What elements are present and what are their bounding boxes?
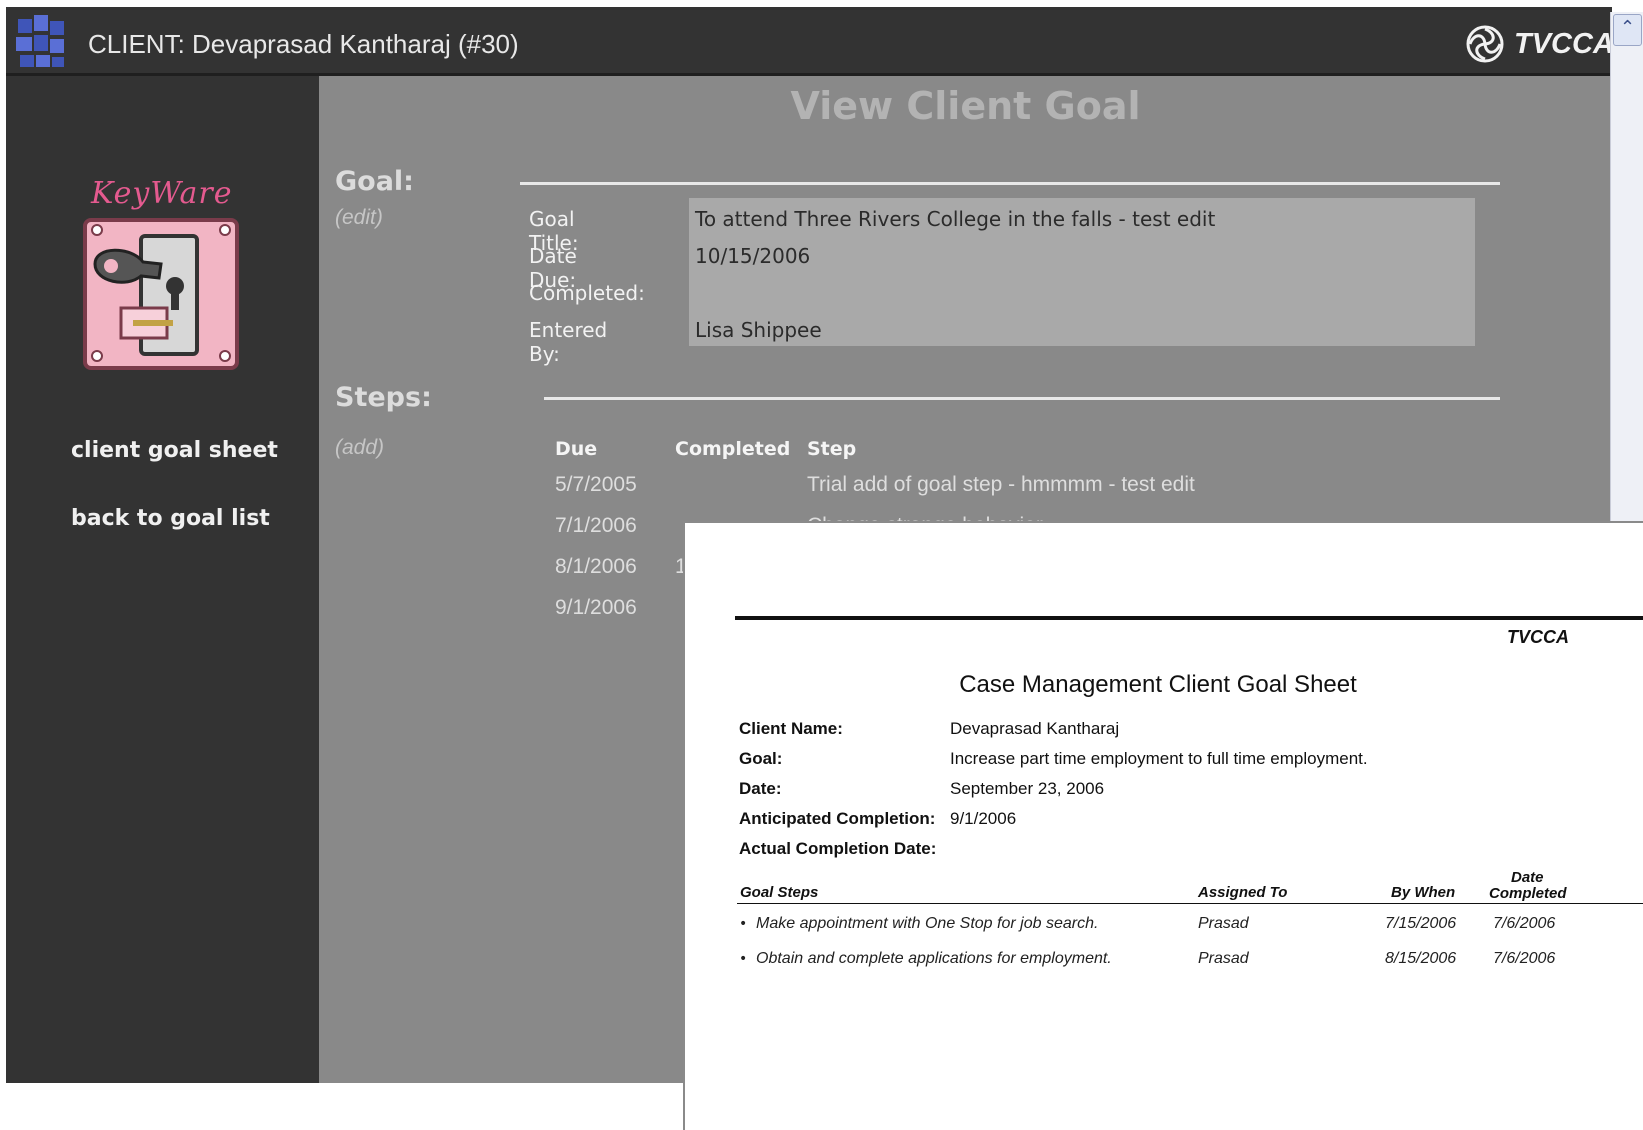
goal-step-text: Make appointment with One Stop for job s… — [756, 915, 1099, 932]
title-bar: CLIENT: Devaprasad Kantharaj (#30) TVCCA — [6, 7, 1612, 76]
steps-col-completed: Completed — [675, 438, 791, 460]
by-when-value: 7/15/2006 — [1385, 915, 1457, 932]
page-title: View Client Goal — [790, 84, 1141, 128]
steps-section-label: Steps: — [335, 382, 432, 413]
completed-label: Completed: — [529, 281, 645, 305]
bullet-icon: • — [739, 951, 748, 967]
grid-logo-icon — [16, 15, 64, 67]
step-due: 9/1/2006 — [555, 596, 637, 619]
keyware-logo-icon — [83, 218, 239, 370]
anticipated-completion-value: 9/1/2006 — [950, 809, 1017, 828]
date-completed-value: 7/6/2006 — [1493, 915, 1556, 932]
assigned-to-value: Prasad — [1198, 950, 1249, 967]
keyware-logo-text: KeyWare — [91, 176, 233, 211]
actual-completion-label: Actual Completion Date: — [739, 839, 937, 858]
anticipated-completion-label: Anticipated Completion: — [739, 809, 936, 828]
col-goal-steps: Goal Steps — [740, 884, 819, 901]
steps-col-step: Step — [807, 438, 857, 460]
back-to-goal-list-link[interactable]: back to goal list — [71, 506, 270, 531]
goal-section-label: Goal: — [335, 166, 414, 197]
goal-divider — [520, 182, 1500, 185]
date-due-value: 10/15/2006 — [695, 244, 811, 268]
swirl-icon — [1466, 25, 1504, 63]
client-title: CLIENT: Devaprasad Kantharaj (#30) — [88, 29, 519, 59]
goal-step-text: Obtain and complete applications for emp… — [756, 950, 1112, 967]
brand-logo: TVCCA — [1466, 25, 1612, 63]
edit-goal-link[interactable]: (edit) — [335, 206, 383, 230]
client-goal-sheet-link[interactable]: client goal sheet — [71, 438, 278, 463]
client-name-value: Devaprasad Kantharaj — [950, 719, 1120, 738]
entered-by-value: Lisa Shippee — [695, 318, 822, 342]
report-brand: TVCCA — [1507, 627, 1569, 647]
entered-by-label: Entered By: — [529, 318, 608, 366]
step-due: 7/1/2006 — [555, 514, 637, 537]
step-due: 5/7/2005 — [555, 473, 637, 496]
col-by-when: By When — [1391, 884, 1456, 901]
goal-label: Goal: — [739, 749, 783, 768]
date-completed-value: 7/6/2006 — [1493, 950, 1556, 967]
client-name-label: Client Name: — [739, 719, 843, 738]
add-step-link[interactable]: (add) — [335, 436, 384, 460]
assigned-to-value: Prasad — [1198, 915, 1249, 932]
step-text: Trial add of goal step - hmmmm - test ed… — [807, 473, 1195, 496]
bullet-icon: • — [739, 916, 748, 932]
date-value: September 23, 2006 — [950, 779, 1105, 798]
goal-value: Increase part time employment to full ti… — [950, 749, 1368, 768]
goal-sheet-report: TVCCA Case Management Client Goal Sheet … — [683, 521, 1643, 1130]
report-title: Case Management Client Goal Sheet — [959, 671, 1357, 698]
report-header-rule — [735, 616, 1643, 620]
col-date: Date — [1511, 869, 1544, 886]
scroll-up-icon[interactable]: ⌃ — [1613, 14, 1642, 46]
brand-name: TVCCA — [1514, 27, 1612, 60]
steps-divider — [544, 397, 1500, 400]
date-label: Date: — [739, 779, 782, 798]
sidebar: KeyWare client goal sheet back to goal l… — [6, 76, 319, 1083]
steps-col-due: Due — [555, 438, 598, 460]
goal-title-value: To attend Three Rivers College in the fa… — [695, 207, 1216, 231]
col-assigned-to: Assigned To — [1198, 884, 1288, 901]
step-due: 8/1/2006 — [555, 555, 637, 578]
table-header-rule — [737, 903, 1643, 904]
by-when-value: 8/15/2006 — [1385, 950, 1457, 967]
col-date-completed: Completed — [1489, 885, 1567, 902]
